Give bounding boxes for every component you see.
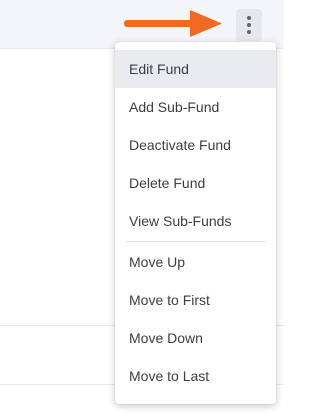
fund-actions-menu: Edit Fund Add Sub-Fund Deactivate Fund D…: [115, 42, 276, 404]
annotation-arrow-icon: [124, 10, 222, 37]
menu-item-add-sub-fund[interactable]: Add Sub-Fund: [115, 88, 276, 126]
menu-item-move-up[interactable]: Move Up: [115, 243, 276, 281]
menu-item-view-sub-funds[interactable]: View Sub-Funds: [115, 202, 276, 240]
menu-item-delete-fund[interactable]: Delete Fund: [115, 164, 276, 202]
menu-item-move-to-last[interactable]: Move to Last: [115, 357, 276, 395]
menu-item-move-to-first[interactable]: Move to First: [115, 281, 276, 319]
menu-separator: [125, 241, 266, 242]
page-canvas: Edit Fund Add Sub-Fund Deactivate Fund D…: [0, 0, 284, 413]
menu-item-deactivate-fund[interactable]: Deactivate Fund: [115, 126, 276, 164]
menu-item-edit-fund[interactable]: Edit Fund: [115, 50, 276, 88]
vertical-ellipsis-icon: [247, 16, 251, 20]
menu-item-move-down[interactable]: Move Down: [115, 319, 276, 357]
more-actions-button[interactable]: [236, 9, 262, 41]
